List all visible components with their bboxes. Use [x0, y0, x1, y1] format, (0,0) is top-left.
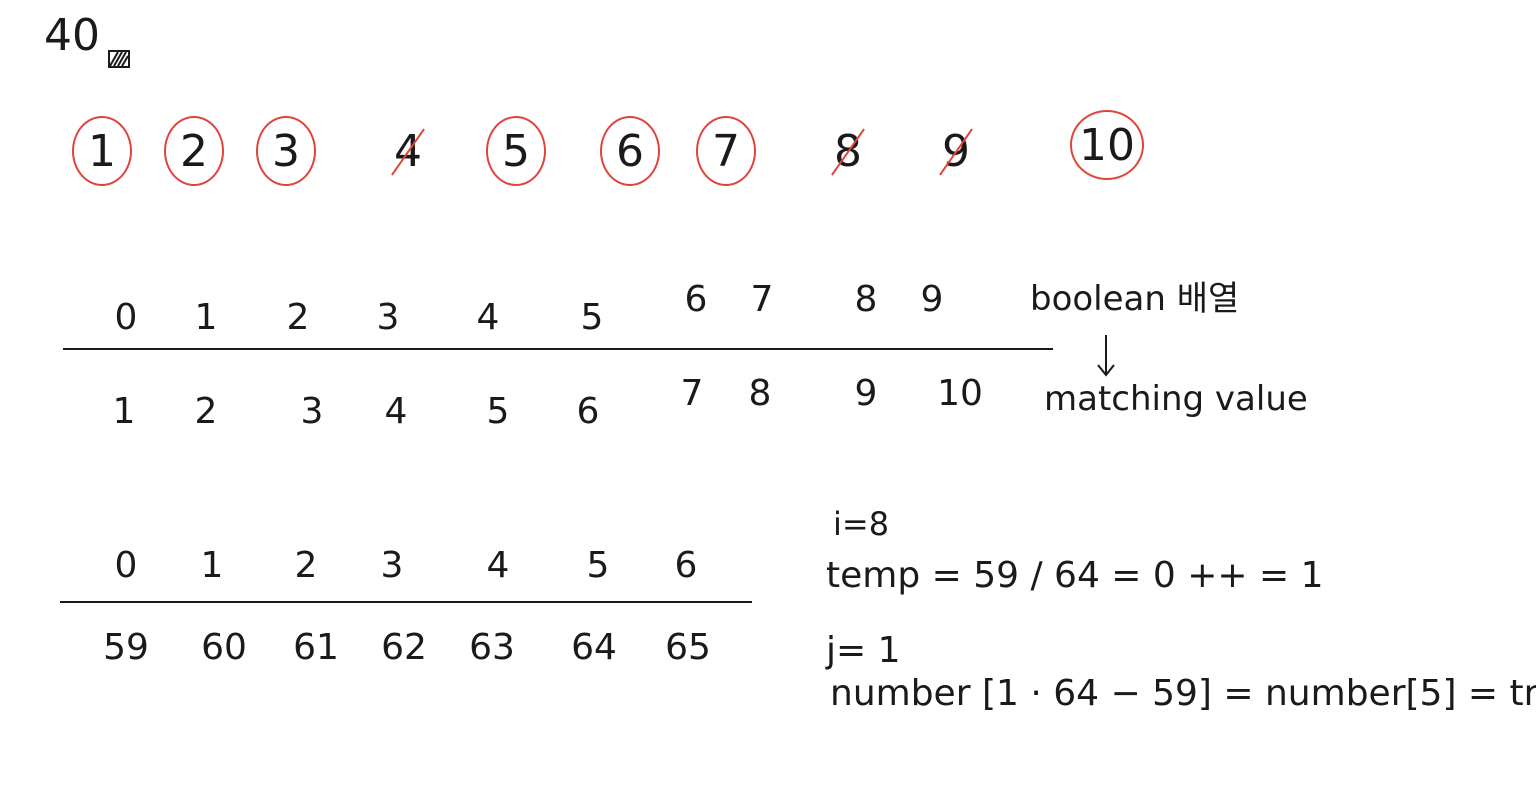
circle-mark: [164, 116, 224, 186]
top-number-9: 9: [926, 116, 986, 186]
table2-index-cell: 0: [114, 545, 138, 586]
table2-index-cell: 4: [486, 545, 510, 586]
table2-index-cell: 5: [586, 545, 610, 586]
top-number-2: 2: [164, 116, 224, 186]
table1-index-cell: 1: [194, 297, 218, 338]
table1-value-label: matching value: [1044, 379, 1308, 419]
table2-index-cell: 3: [380, 545, 404, 586]
top-number-8: 8: [818, 116, 878, 186]
table1-value-cell: 7: [680, 373, 704, 414]
circle-mark: [72, 116, 132, 186]
table1-index-cell: 2: [286, 297, 310, 338]
table1-index-cell: 9: [920, 279, 944, 320]
table2-value-cell: 62: [381, 627, 427, 668]
table2-divider: [60, 601, 752, 603]
top-number-6: 6: [600, 116, 660, 186]
table1-value-cell: 6: [576, 391, 600, 432]
table1-divider: [63, 348, 1053, 350]
down-arrow-icon: [1097, 335, 1115, 377]
equation-j: j= 1: [826, 630, 901, 671]
top-number-3: 3: [256, 116, 316, 186]
table2-index-cell: 1: [200, 545, 224, 586]
table1-value-cell: 8: [748, 373, 772, 414]
table1-value-cell: 3: [300, 391, 324, 432]
page-title: 40: [44, 10, 100, 61]
table1-index-cell: 3: [376, 297, 400, 338]
table1-value-cell: 1: [112, 391, 136, 432]
table2-value-cell: 60: [201, 627, 247, 668]
table1-index-cell: 5: [580, 297, 604, 338]
table1-index-cell: 6: [684, 279, 708, 320]
circle-mark: [600, 116, 660, 186]
equation-number: number [1 · 64 − 59] = number[5] = true …: [830, 673, 1536, 714]
top-number-7: 7: [696, 116, 756, 186]
table2-value-cell: 65: [665, 627, 711, 668]
circle-mark: [256, 116, 316, 186]
equation-temp: temp = 59 / 64 = 0 ++ = 1: [826, 555, 1324, 596]
table2-index-cell: 2: [294, 545, 318, 586]
table1-value-cell: 4: [384, 391, 408, 432]
top-number-4: 4: [378, 116, 438, 186]
top-number-10: 10: [1070, 110, 1144, 180]
table2-index-cell: 6: [674, 545, 698, 586]
circle-mark: [486, 116, 546, 186]
table2-value-cell: 63: [469, 627, 515, 668]
top-number-5: 5: [486, 116, 546, 186]
table1-value-cell: 10: [937, 373, 983, 414]
table1-index-cell: 8: [854, 279, 878, 320]
table1-value-cell: 9: [854, 373, 878, 414]
table2-value-cell: 61: [293, 627, 339, 668]
circle-mark: [696, 116, 756, 186]
table1-index-cell: 0: [114, 297, 138, 338]
table1-value-cell: 2: [194, 391, 218, 432]
table1-index-label: boolean 배열: [1030, 279, 1240, 319]
scribble-icon: [108, 50, 130, 68]
equation-i: i=8: [833, 505, 890, 543]
table1-index-cell: 7: [750, 279, 774, 320]
table2-value-cell: 64: [571, 627, 617, 668]
table1-index-cell: 4: [476, 297, 500, 338]
table1-value-cell: 5: [486, 391, 510, 432]
circle-mark: [1070, 110, 1144, 180]
top-number-1: 1: [72, 116, 132, 186]
table2-value-cell: 59: [103, 627, 149, 668]
